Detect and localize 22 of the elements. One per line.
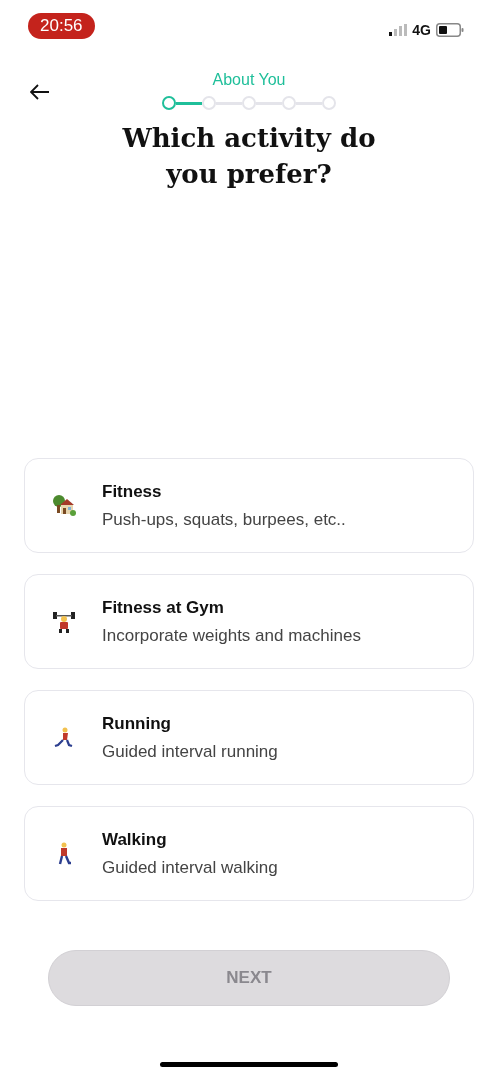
option-subtitle: Incorporate weights and machines — [102, 624, 361, 647]
signal-icon — [389, 24, 408, 36]
weightlifter-icon — [52, 609, 75, 634]
activity-option[interactable]: Fitness at Gym Incorporate weights and machines — [24, 574, 474, 669]
option-title: Walking — [102, 828, 168, 851]
option-subtitle: Guided interval running — [102, 740, 278, 763]
runner-icon — [52, 726, 75, 749]
section-label: About You — [212, 70, 286, 90]
status-time: 20:56 — [28, 13, 95, 39]
question-title: Which activity do you prefer? — [121, 122, 377, 191]
option-title: Fitness at Gym — [102, 596, 225, 619]
option-title: Fitness — [102, 480, 163, 503]
activity-option[interactable]: Running Guided interval running — [24, 690, 474, 785]
option-title: Running — [102, 712, 172, 735]
activity-option[interactable]: Walking Guided interval walking — [24, 806, 474, 901]
battery-icon — [436, 23, 464, 37]
activity-option[interactable]: Fitness Push-ups, squats, burpees, etc.. — [24, 458, 474, 553]
house-icon — [51, 494, 76, 517]
back-arrow-icon — [30, 84, 50, 100]
network-label: 4G — [412, 20, 431, 40]
option-subtitle: Push-ups, squats, burpees, etc.. — [102, 508, 346, 531]
option-subtitle: Guided interval walking — [102, 856, 278, 879]
